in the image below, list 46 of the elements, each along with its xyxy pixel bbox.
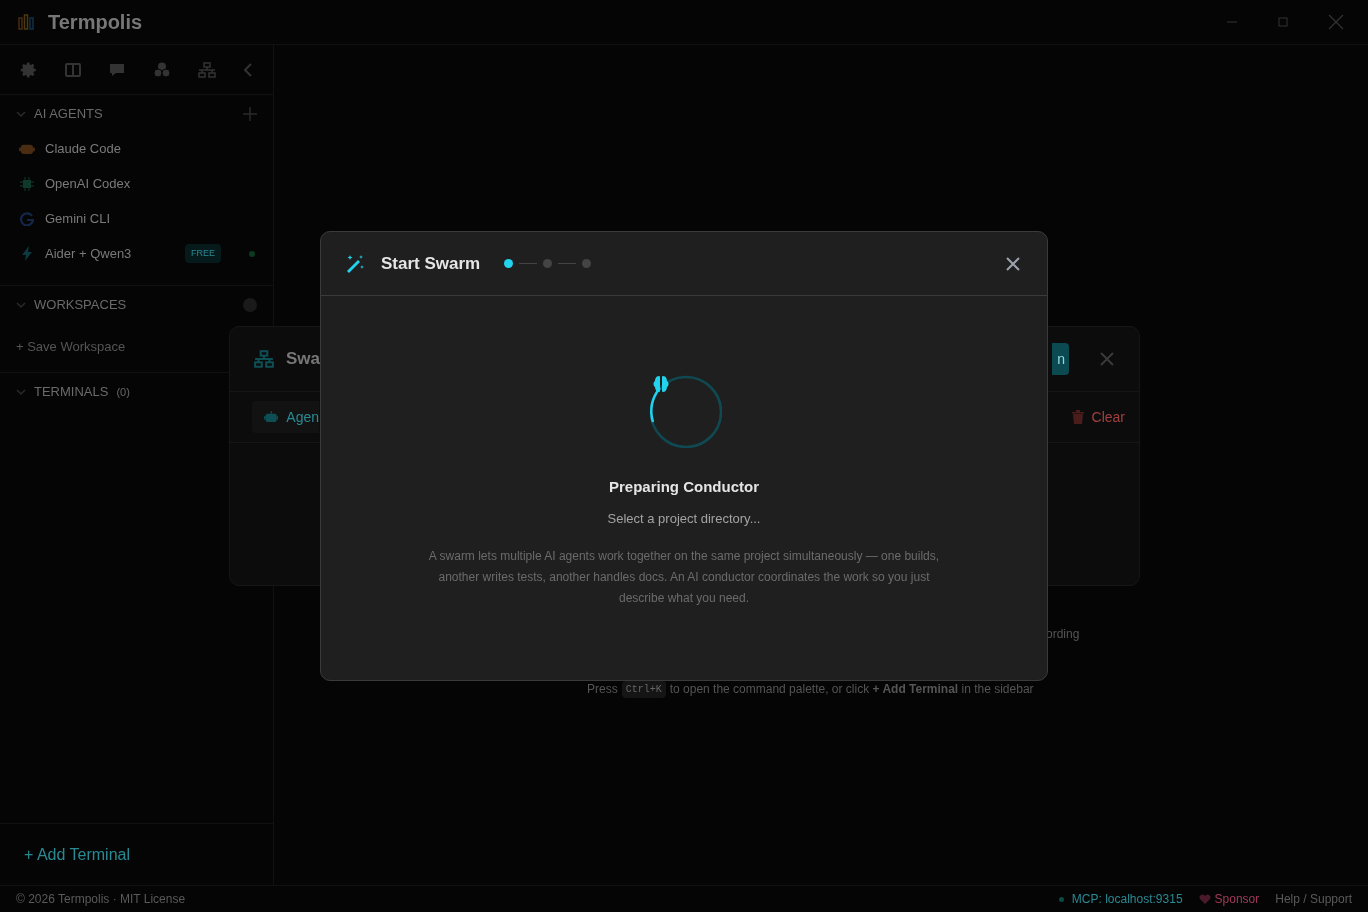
circles-icon[interactable] bbox=[153, 60, 171, 79]
sponsor-link[interactable]: Sponsor bbox=[1214, 890, 1260, 908]
chevron-icon[interactable] bbox=[16, 109, 26, 119]
section-header[interactable]: AI AGENTS bbox=[34, 104, 103, 124]
hint-text: to open the command palette, or click + Add Terminal in the sidebar bbox=[669, 681, 1034, 698]
dialog-title: Start Swarm bbox=[381, 252, 481, 275]
magic-wand-icon bbox=[345, 253, 365, 274]
app-title: Termpolis bbox=[48, 10, 143, 35]
save-workspace-link[interactable]: + Save Workspace bbox=[16, 337, 126, 357]
clear-button[interactable]: Clear bbox=[1071, 406, 1125, 428]
g-logo-icon bbox=[20, 211, 34, 226]
status-title: Preparing Conductor bbox=[609, 477, 759, 497]
help-link[interactable]: Help / Support bbox=[1275, 890, 1352, 908]
trash-icon bbox=[1071, 410, 1084, 424]
heart-icon bbox=[1198, 893, 1211, 905]
add-icon[interactable] bbox=[243, 107, 257, 121]
settings-icon[interactable] bbox=[20, 60, 38, 79]
section-header[interactable]: TERMINALS bbox=[34, 382, 109, 402]
network-icon[interactable] bbox=[198, 61, 216, 78]
network-icon bbox=[254, 350, 274, 368]
chip-icon bbox=[20, 176, 34, 191]
free-badge: FREE bbox=[185, 243, 221, 264]
action-button[interactable]: n bbox=[1052, 343, 1069, 375]
description-text: A swarm lets multiple AI agents work together on the same project simultaneously — one builds, another writes tests, another handles docs. An AI conductor coordinates the work so you just describe what you need. bbox=[427, 548, 941, 607]
terminal-count: (0) bbox=[116, 384, 130, 400]
lightning-icon bbox=[21, 246, 33, 261]
agents-button[interactable]: Agen bbox=[252, 401, 319, 433]
agent-item[interactable]: Claude Code bbox=[45, 138, 121, 159]
collapse-icon[interactable] bbox=[243, 61, 253, 78]
app-logo-icon bbox=[16, 12, 36, 32]
columns-icon[interactable] bbox=[65, 61, 81, 78]
agent-item[interactable]: Aider + Qwen3 bbox=[45, 243, 132, 264]
status-text: Select a project directory... bbox=[607, 509, 761, 528]
section-header[interactable]: WORKSPACES bbox=[34, 295, 127, 315]
panel-title: Swa bbox=[286, 348, 321, 371]
chevron-icon[interactable] bbox=[16, 300, 26, 310]
copyright-text: © 2026 Termpolis · MIT License bbox=[16, 891, 186, 908]
add-terminal-link[interactable]: + Add Terminal bbox=[24, 842, 130, 867]
mcp-status: MCP: localhost:9315 bbox=[1071, 891, 1183, 908]
empty-state-text: ording bbox=[1046, 626, 1080, 643]
agent-item[interactable]: OpenAI Codex bbox=[45, 173, 131, 194]
chevron-icon[interactable] bbox=[16, 387, 26, 397]
close-icon[interactable] bbox=[1005, 255, 1021, 272]
hint-text: Press bbox=[587, 681, 618, 698]
maximize-icon[interactable] bbox=[1278, 17, 1288, 27]
agent-item[interactable]: Gemini CLI bbox=[45, 208, 111, 229]
